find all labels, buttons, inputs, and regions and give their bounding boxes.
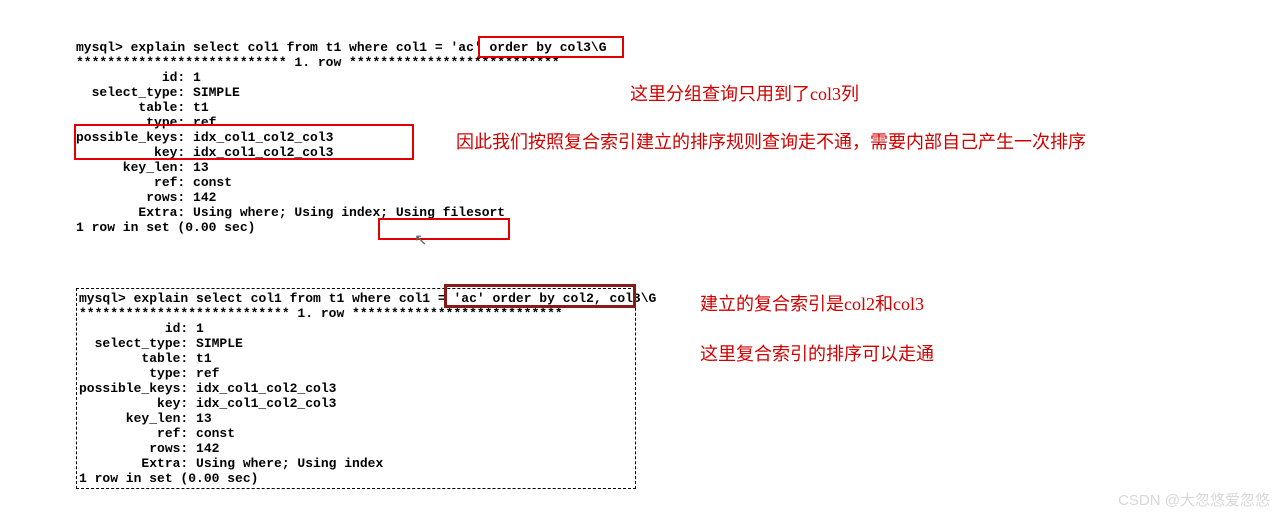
highlight-using-filesort (378, 218, 510, 240)
field-select-type: select_type: SIMPLE (76, 85, 240, 100)
field-rows-2: rows: 142 (79, 441, 219, 456)
field-select-type-2: select_type: SIMPLE (79, 336, 243, 351)
annotation-3: 建立的复合索引是col2和col3 (700, 290, 924, 316)
watermark: CSDN @大忽悠爱忽悠 (1118, 489, 1270, 510)
highlight-orderby-col3 (478, 36, 624, 58)
field-id-2: id: 1 (79, 321, 204, 336)
field-ref: ref: const (76, 175, 232, 190)
field-type-2: type: ref (79, 366, 219, 381)
cursor-icon: ↖ (414, 230, 427, 250)
annotation-1: 这里分组查询只用到了col3列 (630, 80, 859, 106)
field-rows: rows: 142 (76, 190, 216, 205)
highlight-index-keys (74, 124, 414, 160)
mysql-output-2: mysql> explain select col1 from t1 where… (76, 288, 636, 489)
annotation-2: 因此我们按照复合索引建立的排序规则查询走不通，需要内部自己产生一次排序 (456, 128, 1266, 157)
field-table: table: t1 (76, 100, 209, 115)
field-possible-keys-2: possible_keys: idx_col1_col2_col3 (79, 381, 336, 396)
field-key-len-2: key_len: 13 (79, 411, 212, 426)
field-id: id: 1 (76, 70, 201, 85)
highlight-orderby-col2-col3 (444, 284, 636, 308)
annotation-4: 这里复合索引的排序可以走通 (700, 340, 934, 366)
field-ref-2: ref: const (79, 426, 235, 441)
field-table-2: table: t1 (79, 351, 212, 366)
field-key-2: key: idx_col1_col2_col3 (79, 396, 336, 411)
footer-1: 1 row in set (0.00 sec) (76, 220, 255, 235)
field-extra-2: Extra: Using where; Using index (79, 456, 383, 471)
field-key-len: key_len: 13 (76, 160, 209, 175)
row-header-2: *************************** 1. row *****… (79, 306, 563, 321)
footer-2: 1 row in set (0.00 sec) (79, 471, 258, 486)
